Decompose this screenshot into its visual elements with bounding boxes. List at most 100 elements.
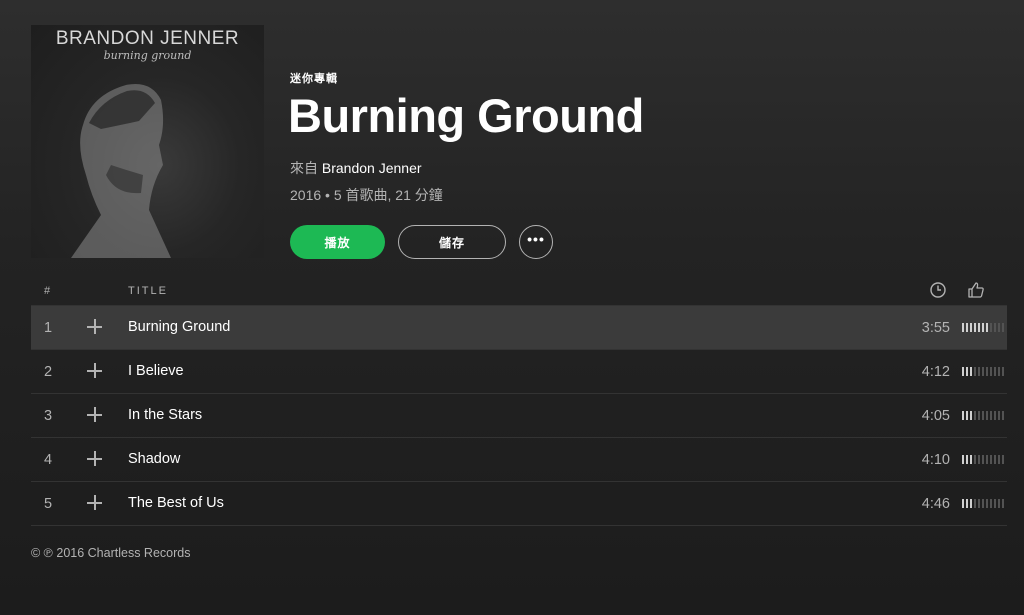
- track-title: In the Stars: [128, 407, 203, 423]
- album-title: Burning Ground: [288, 89, 644, 142]
- popularity-bar: [962, 411, 1004, 420]
- popularity-tick: [986, 455, 988, 464]
- album-byline: 來自 Brandon Jenner: [290, 158, 422, 178]
- popularity-tick: [982, 411, 984, 420]
- popularity-tick: [978, 455, 980, 464]
- popularity-tick: [970, 455, 972, 464]
- track-row[interactable]: 3 In the Stars 4:05: [31, 394, 1007, 438]
- track-duration: 4:12: [921, 364, 950, 380]
- track-duration: 3:55: [921, 320, 950, 336]
- track-title: The Best of Us: [128, 495, 224, 511]
- popularity-tick: [994, 323, 996, 332]
- add-track-icon[interactable]: [87, 495, 103, 511]
- popularity-tick: [966, 367, 968, 376]
- popularity-tick: [974, 499, 976, 508]
- track-duration: 4:46: [921, 496, 950, 512]
- track-table-header: # TITLE: [31, 275, 1007, 306]
- popularity-tick: [974, 411, 976, 420]
- play-button[interactable]: 播放: [290, 225, 385, 259]
- popularity-tick: [978, 411, 980, 420]
- popularity-bar: [962, 323, 1004, 332]
- popularity-tick: [994, 455, 996, 464]
- track-duration: 4:05: [921, 408, 950, 424]
- track-table: # TITLE 1 Burning Ground 3:55 2 I Believe 4:1…: [31, 275, 1007, 526]
- track-number: 5: [44, 496, 53, 512]
- popularity-tick: [986, 499, 988, 508]
- album-type-label: 迷你專輯: [290, 73, 338, 85]
- popularity-tick: [970, 499, 972, 508]
- popularity-tick: [982, 455, 984, 464]
- popularity-tick: [974, 323, 976, 332]
- popularity-tick: [986, 323, 988, 332]
- track-title: Shadow: [128, 451, 181, 467]
- add-track-icon[interactable]: [87, 407, 103, 423]
- track-duration: 4:10: [921, 452, 950, 468]
- add-track-icon[interactable]: [87, 451, 103, 467]
- copyright-footer: © ℗ 2016 Chartless Records: [31, 546, 191, 560]
- popularity-tick: [970, 411, 972, 420]
- popularity-tick: [982, 499, 984, 508]
- album-cover: BRANDON JENNER burning ground: [31, 25, 264, 258]
- more-options-button[interactable]: •••: [519, 225, 553, 259]
- popularity-tick: [990, 455, 992, 464]
- popularity-tick: [982, 323, 984, 332]
- popularity-tick: [962, 323, 964, 332]
- popularity-tick: [970, 323, 972, 332]
- popularity-tick: [962, 411, 964, 420]
- album-meta: 2016 • 5 首歌曲, 21 分鐘: [290, 187, 443, 203]
- track-number: 1: [44, 320, 53, 336]
- popularity-tick: [998, 499, 1000, 508]
- track-number: 2: [44, 364, 53, 380]
- popularity-tick: [1002, 367, 1004, 376]
- popularity-tick: [966, 411, 968, 420]
- track-title: Burning Ground: [128, 319, 231, 335]
- popularity-tick: [990, 367, 992, 376]
- track-row[interactable]: 2 I Believe 4:12: [31, 350, 1007, 394]
- popularity-tick: [978, 499, 980, 508]
- popularity-tick: [974, 367, 976, 376]
- add-track-icon[interactable]: [87, 319, 103, 335]
- popularity-tick: [966, 499, 968, 508]
- popularity-tick: [994, 411, 996, 420]
- popularity-bar: [962, 499, 1004, 508]
- clock-icon[interactable]: [929, 281, 947, 302]
- popularity-tick: [962, 499, 964, 508]
- popularity-tick: [990, 411, 992, 420]
- popularity-tick: [994, 367, 996, 376]
- popularity-tick: [1002, 323, 1004, 332]
- popularity-tick: [990, 499, 992, 508]
- column-title-header[interactable]: TITLE: [128, 285, 168, 297]
- thumbs-up-icon[interactable]: [967, 281, 985, 302]
- popularity-tick: [1002, 499, 1004, 508]
- popularity-tick: [982, 367, 984, 376]
- popularity-tick: [986, 411, 988, 420]
- popularity-tick: [966, 323, 968, 332]
- popularity-tick: [962, 455, 964, 464]
- popularity-tick: [978, 323, 980, 332]
- popularity-tick: [994, 499, 996, 508]
- column-number-header: #: [44, 285, 53, 297]
- popularity-tick: [978, 367, 980, 376]
- popularity-tick: [1002, 455, 1004, 464]
- popularity-bar: [962, 367, 1004, 376]
- popularity-tick: [998, 323, 1000, 332]
- add-track-icon[interactable]: [87, 363, 103, 379]
- track-number: 4: [44, 452, 53, 468]
- popularity-bar: [962, 455, 1004, 464]
- popularity-tick: [986, 367, 988, 376]
- byline-prefix: 來自: [290, 160, 318, 176]
- cover-artist-text: BRANDON JENNER: [55, 28, 240, 49]
- save-button[interactable]: 儲存: [398, 225, 506, 259]
- track-title: I Believe: [128, 363, 184, 379]
- track-number: 3: [44, 408, 53, 424]
- popularity-tick: [1002, 411, 1004, 420]
- popularity-tick: [962, 367, 964, 376]
- artist-link[interactable]: Brandon Jenner: [322, 160, 422, 176]
- popularity-tick: [974, 455, 976, 464]
- popularity-tick: [990, 323, 992, 332]
- popularity-tick: [966, 455, 968, 464]
- track-row[interactable]: 5 The Best of Us 4:46: [31, 482, 1007, 526]
- cover-script-text: burning ground: [103, 49, 192, 62]
- track-row[interactable]: 4 Shadow 4:10: [31, 438, 1007, 482]
- track-row[interactable]: 1 Burning Ground 3:55: [31, 306, 1007, 350]
